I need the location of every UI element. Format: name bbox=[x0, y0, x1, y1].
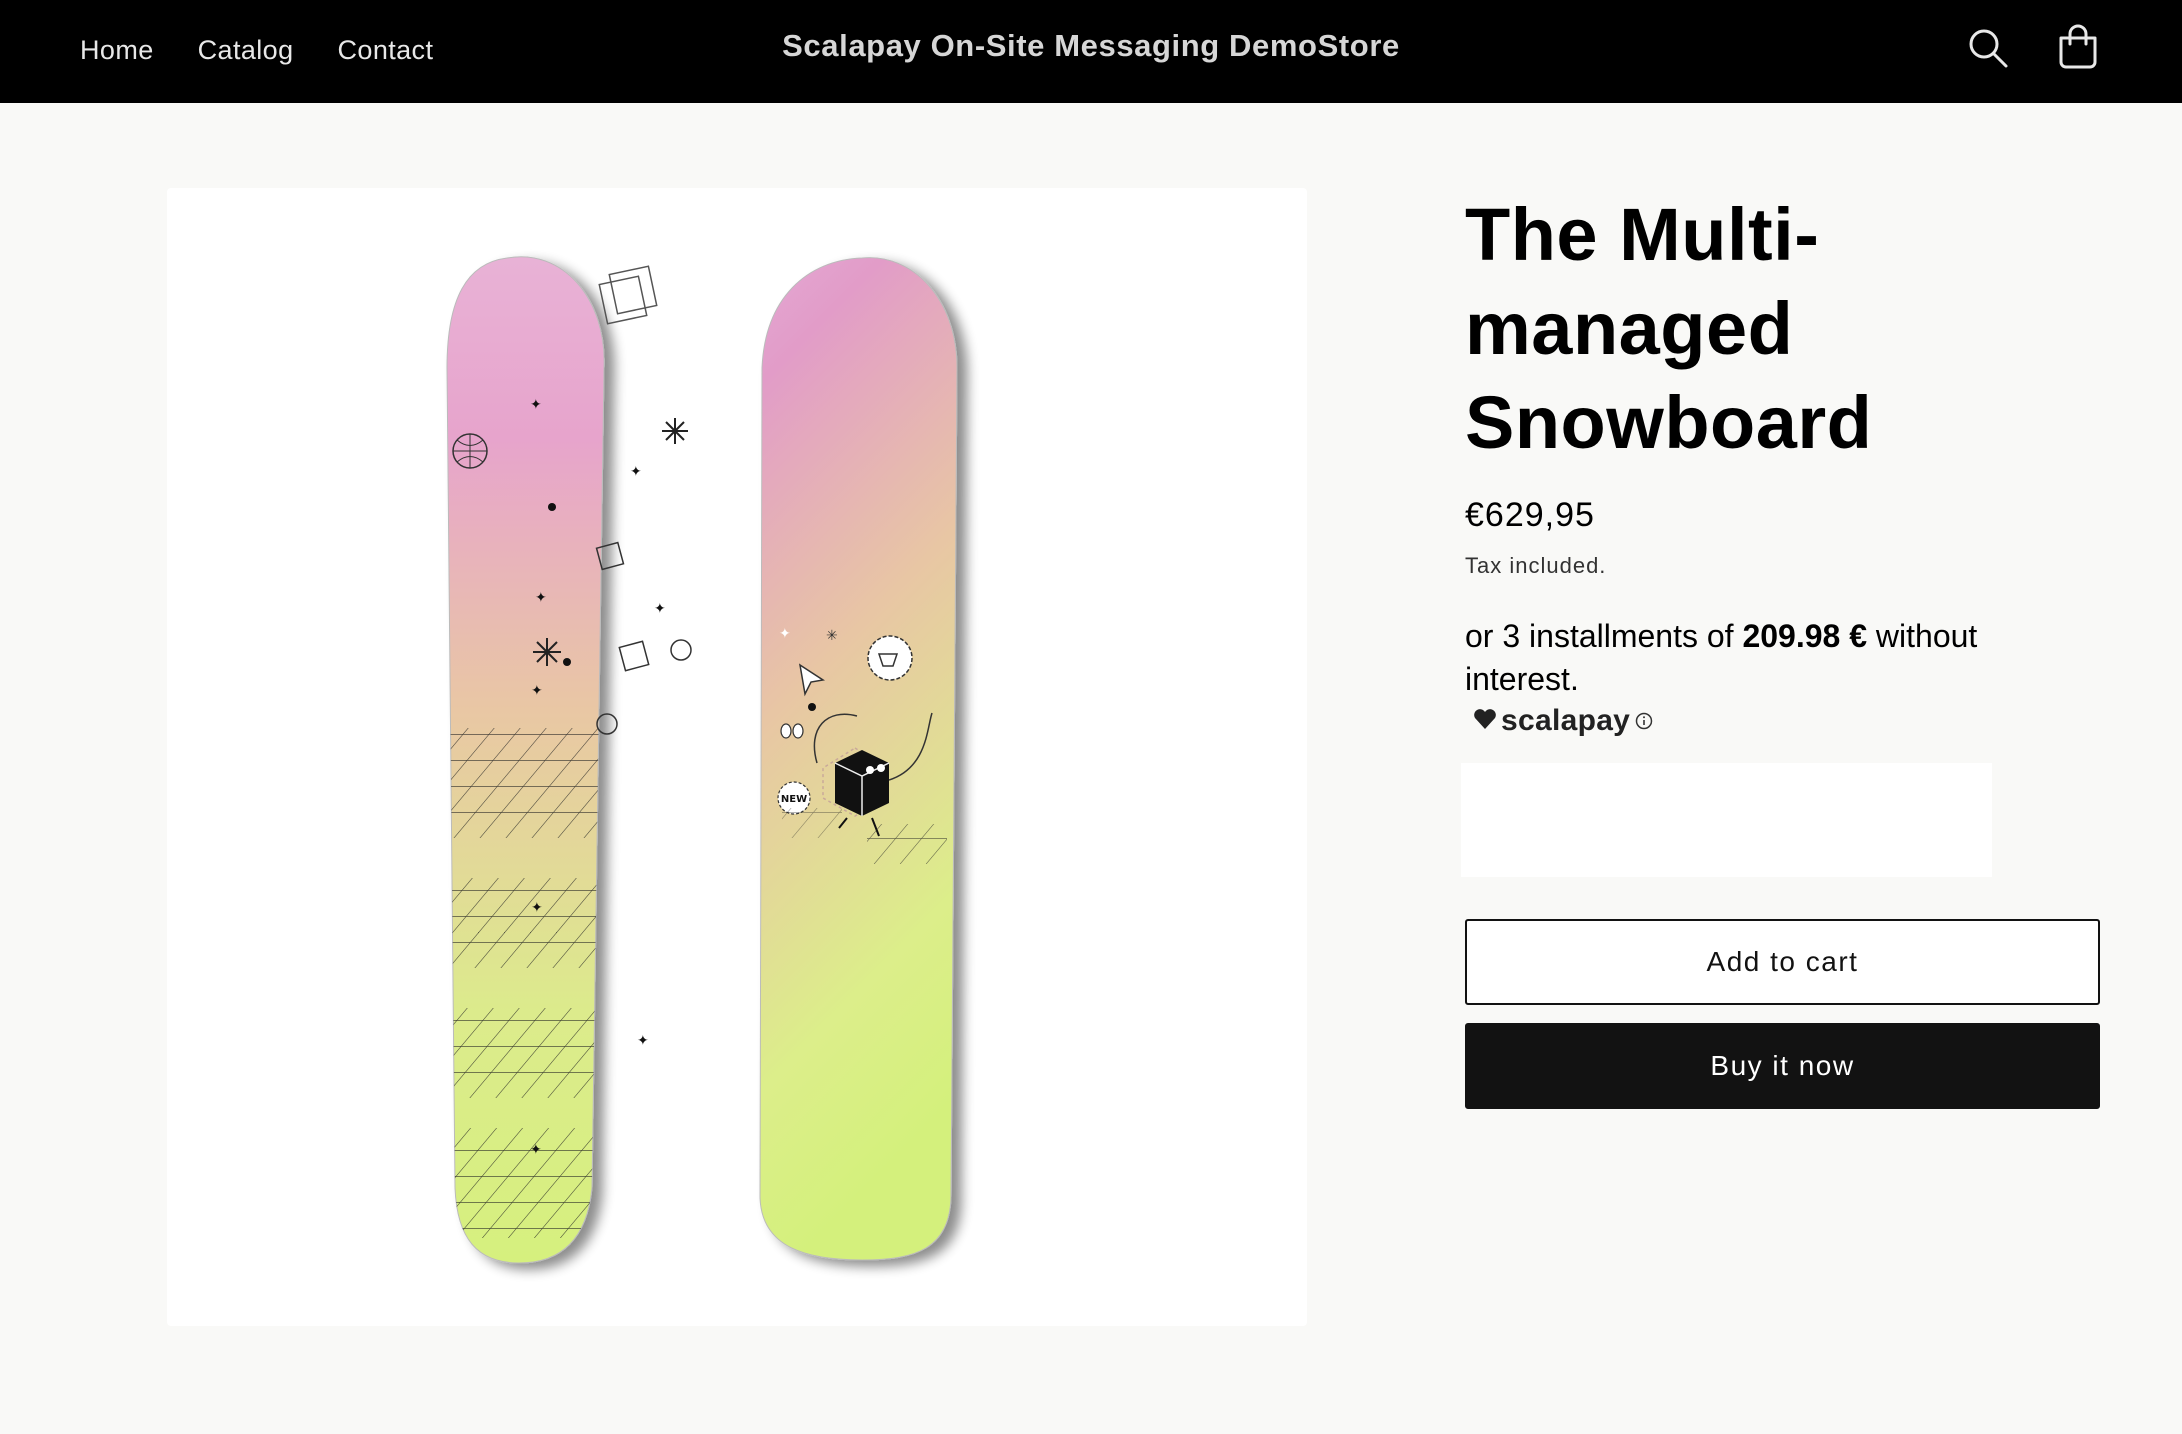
svg-text:✦: ✦ bbox=[779, 626, 791, 642]
product-media[interactable]: ✦ ✦ ✦ ✦ ✦ ✦ ✦ ✦ NEW ✦ ✳ bbox=[167, 188, 1307, 1326]
installments-amount: 209.98 € bbox=[1742, 618, 1868, 654]
store-title[interactable]: Scalapay On-Site Messaging DemoStore bbox=[0, 28, 2182, 64]
header-icons bbox=[1964, 24, 2102, 72]
search-icon[interactable] bbox=[1964, 24, 2012, 72]
product-title: The Multi-managed Snowboard bbox=[1465, 193, 1873, 464]
svg-text:✦: ✦ bbox=[535, 590, 547, 606]
installments-prefix: or 3 installments of bbox=[1465, 618, 1743, 654]
new-badge-text: NEW bbox=[781, 794, 807, 805]
snowboard-image: ✦ ✦ ✦ ✦ ✦ ✦ ✦ ✦ NEW ✦ ✳ bbox=[446, 256, 958, 1264]
site-header: Home Catalog Contact Scalapay On-Site Me… bbox=[0, 0, 2182, 103]
svg-text:✳: ✳ bbox=[826, 628, 838, 644]
product-price: €629,95 bbox=[1465, 496, 1595, 534]
product-info: The Multi-managed Snowboard €629,95 Tax … bbox=[1461, 188, 2110, 1109]
scalapay-installments-message: or 3 installments of 209.98 € without in… bbox=[1465, 615, 2045, 701]
svg-text:✦: ✦ bbox=[530, 397, 542, 413]
scalapay-logo: scalapay bbox=[1473, 701, 2110, 741]
cart-icon[interactable] bbox=[2054, 24, 2102, 72]
scalapay-wordmark: scalapay bbox=[1501, 704, 1631, 737]
svg-text:✦: ✦ bbox=[531, 900, 543, 916]
scalapay-heart-icon bbox=[1473, 708, 1497, 735]
buy-it-now-button[interactable]: Buy it now bbox=[1465, 1023, 2100, 1109]
svg-text:✦: ✦ bbox=[530, 1142, 542, 1158]
info-icon[interactable] bbox=[1635, 712, 1653, 730]
svg-text:✦: ✦ bbox=[637, 1033, 649, 1049]
svg-text:✦: ✦ bbox=[531, 683, 543, 699]
add-to-cart-button[interactable]: Add to cart bbox=[1465, 919, 2100, 1005]
payment-widget-placeholder bbox=[1461, 763, 1992, 877]
tax-note: Tax included. bbox=[1465, 553, 1607, 578]
svg-text:✦: ✦ bbox=[654, 601, 666, 617]
svg-text:✦: ✦ bbox=[630, 464, 642, 480]
